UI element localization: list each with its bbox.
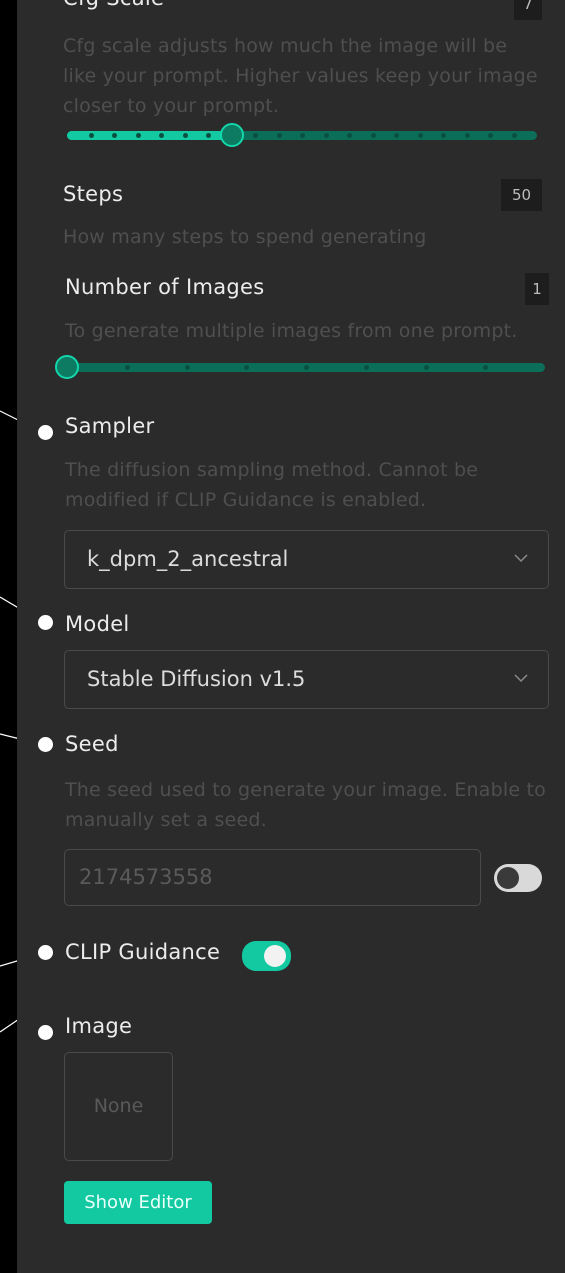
slider-tick — [423, 365, 429, 370]
slider-tick — [417, 133, 423, 138]
slider-tick — [112, 133, 117, 138]
steps-label: Steps — [63, 182, 124, 206]
slider-tick — [206, 133, 211, 138]
seed-description: The seed used to generate your image. En… — [65, 779, 546, 831]
image-placeholder-text: None — [93, 1095, 144, 1117]
cfg-scale-slider[interactable] — [67, 123, 537, 147]
slider-tick — [182, 133, 188, 138]
slider-tick — [300, 133, 305, 138]
slider-tick — [159, 133, 164, 138]
cfg-scale-slider-thumb[interactable] — [219, 123, 244, 147]
seed-input-placeholder: 2174573558 — [79, 865, 213, 889]
chevron-down-icon — [514, 674, 528, 683]
slider-tick — [488, 133, 493, 138]
clip-guidance-toggle[interactable] — [242, 941, 291, 971]
clip-guidance-bullet-dot — [38, 945, 53, 960]
slider-tick — [244, 365, 250, 370]
number-of-images-value-badge: 1 — [525, 273, 549, 305]
number-of-images-description: To generate multiple images from one pro… — [65, 320, 518, 342]
steps-description: How many steps to spend generating — [63, 226, 427, 248]
sampler-description: The diffusion sampling method. Cannot be… — [65, 459, 479, 511]
slider-tick — [483, 365, 489, 370]
cfg-scale-value-badge: 7 — [514, 0, 542, 20]
image-drop-area[interactable]: None — [64, 1052, 173, 1161]
clip-guidance-label: CLIP Guidance — [65, 940, 221, 964]
model-label: Model — [65, 612, 130, 636]
image-bullet-dot — [38, 1025, 53, 1040]
model-select[interactable]: Stable Diffusion v1.5 — [64, 650, 549, 709]
number-of-images-slider[interactable] — [55, 355, 545, 379]
slider-tick — [323, 133, 329, 138]
slider-tick — [276, 133, 282, 138]
slider-tick — [464, 133, 470, 138]
seed-toggle-knob — [497, 867, 519, 889]
cfg-scale-label: Cfg Scale — [63, 0, 164, 10]
number-of-images-label: Number of Images — [65, 275, 265, 299]
seed-input[interactable]: 2174573558 — [64, 849, 481, 906]
seed-toggle[interactable] — [494, 864, 542, 892]
settings-panel: Cfg Scale 7 Cfg scale adjusts how much t… — [17, 0, 565, 1273]
model-selected-value: Stable Diffusion v1.5 — [87, 667, 306, 691]
slider-tick — [347, 133, 352, 138]
seed-label: Seed — [65, 732, 119, 756]
slider-tick — [135, 133, 141, 138]
sampler-label: Sampler — [65, 414, 155, 438]
sampler-select[interactable]: k_dpm_2_ancestral — [64, 530, 549, 589]
slider-tick — [88, 133, 94, 138]
image-label: Image — [65, 1014, 133, 1038]
sampler-selected-value: k_dpm_2_ancestral — [87, 547, 289, 571]
clip-guidance-toggle-knob — [264, 945, 286, 967]
sampler-bullet-dot — [38, 425, 53, 440]
chevron-down-icon — [514, 554, 528, 563]
cfg-scale-description: Cfg scale adjusts how much the image wil… — [63, 35, 538, 117]
slider-tick — [394, 133, 399, 138]
steps-value-badge: 50 — [501, 179, 542, 211]
slider-tick — [370, 133, 376, 138]
slider-tick — [253, 133, 258, 138]
number-of-images-slider-thumb[interactable] — [55, 355, 79, 379]
steps-description-clip: How many steps to spend generating — [63, 222, 543, 256]
slider-tick — [304, 365, 309, 370]
seed-bullet-dot — [38, 737, 53, 752]
slider-tick — [363, 365, 369, 370]
slider-tick — [511, 133, 517, 138]
slider-tick — [184, 365, 190, 370]
slider-tick — [441, 133, 446, 138]
model-bullet-dot — [38, 615, 53, 630]
show-editor-button[interactable]: Show Editor — [64, 1181, 212, 1224]
slider-tick — [124, 365, 130, 370]
